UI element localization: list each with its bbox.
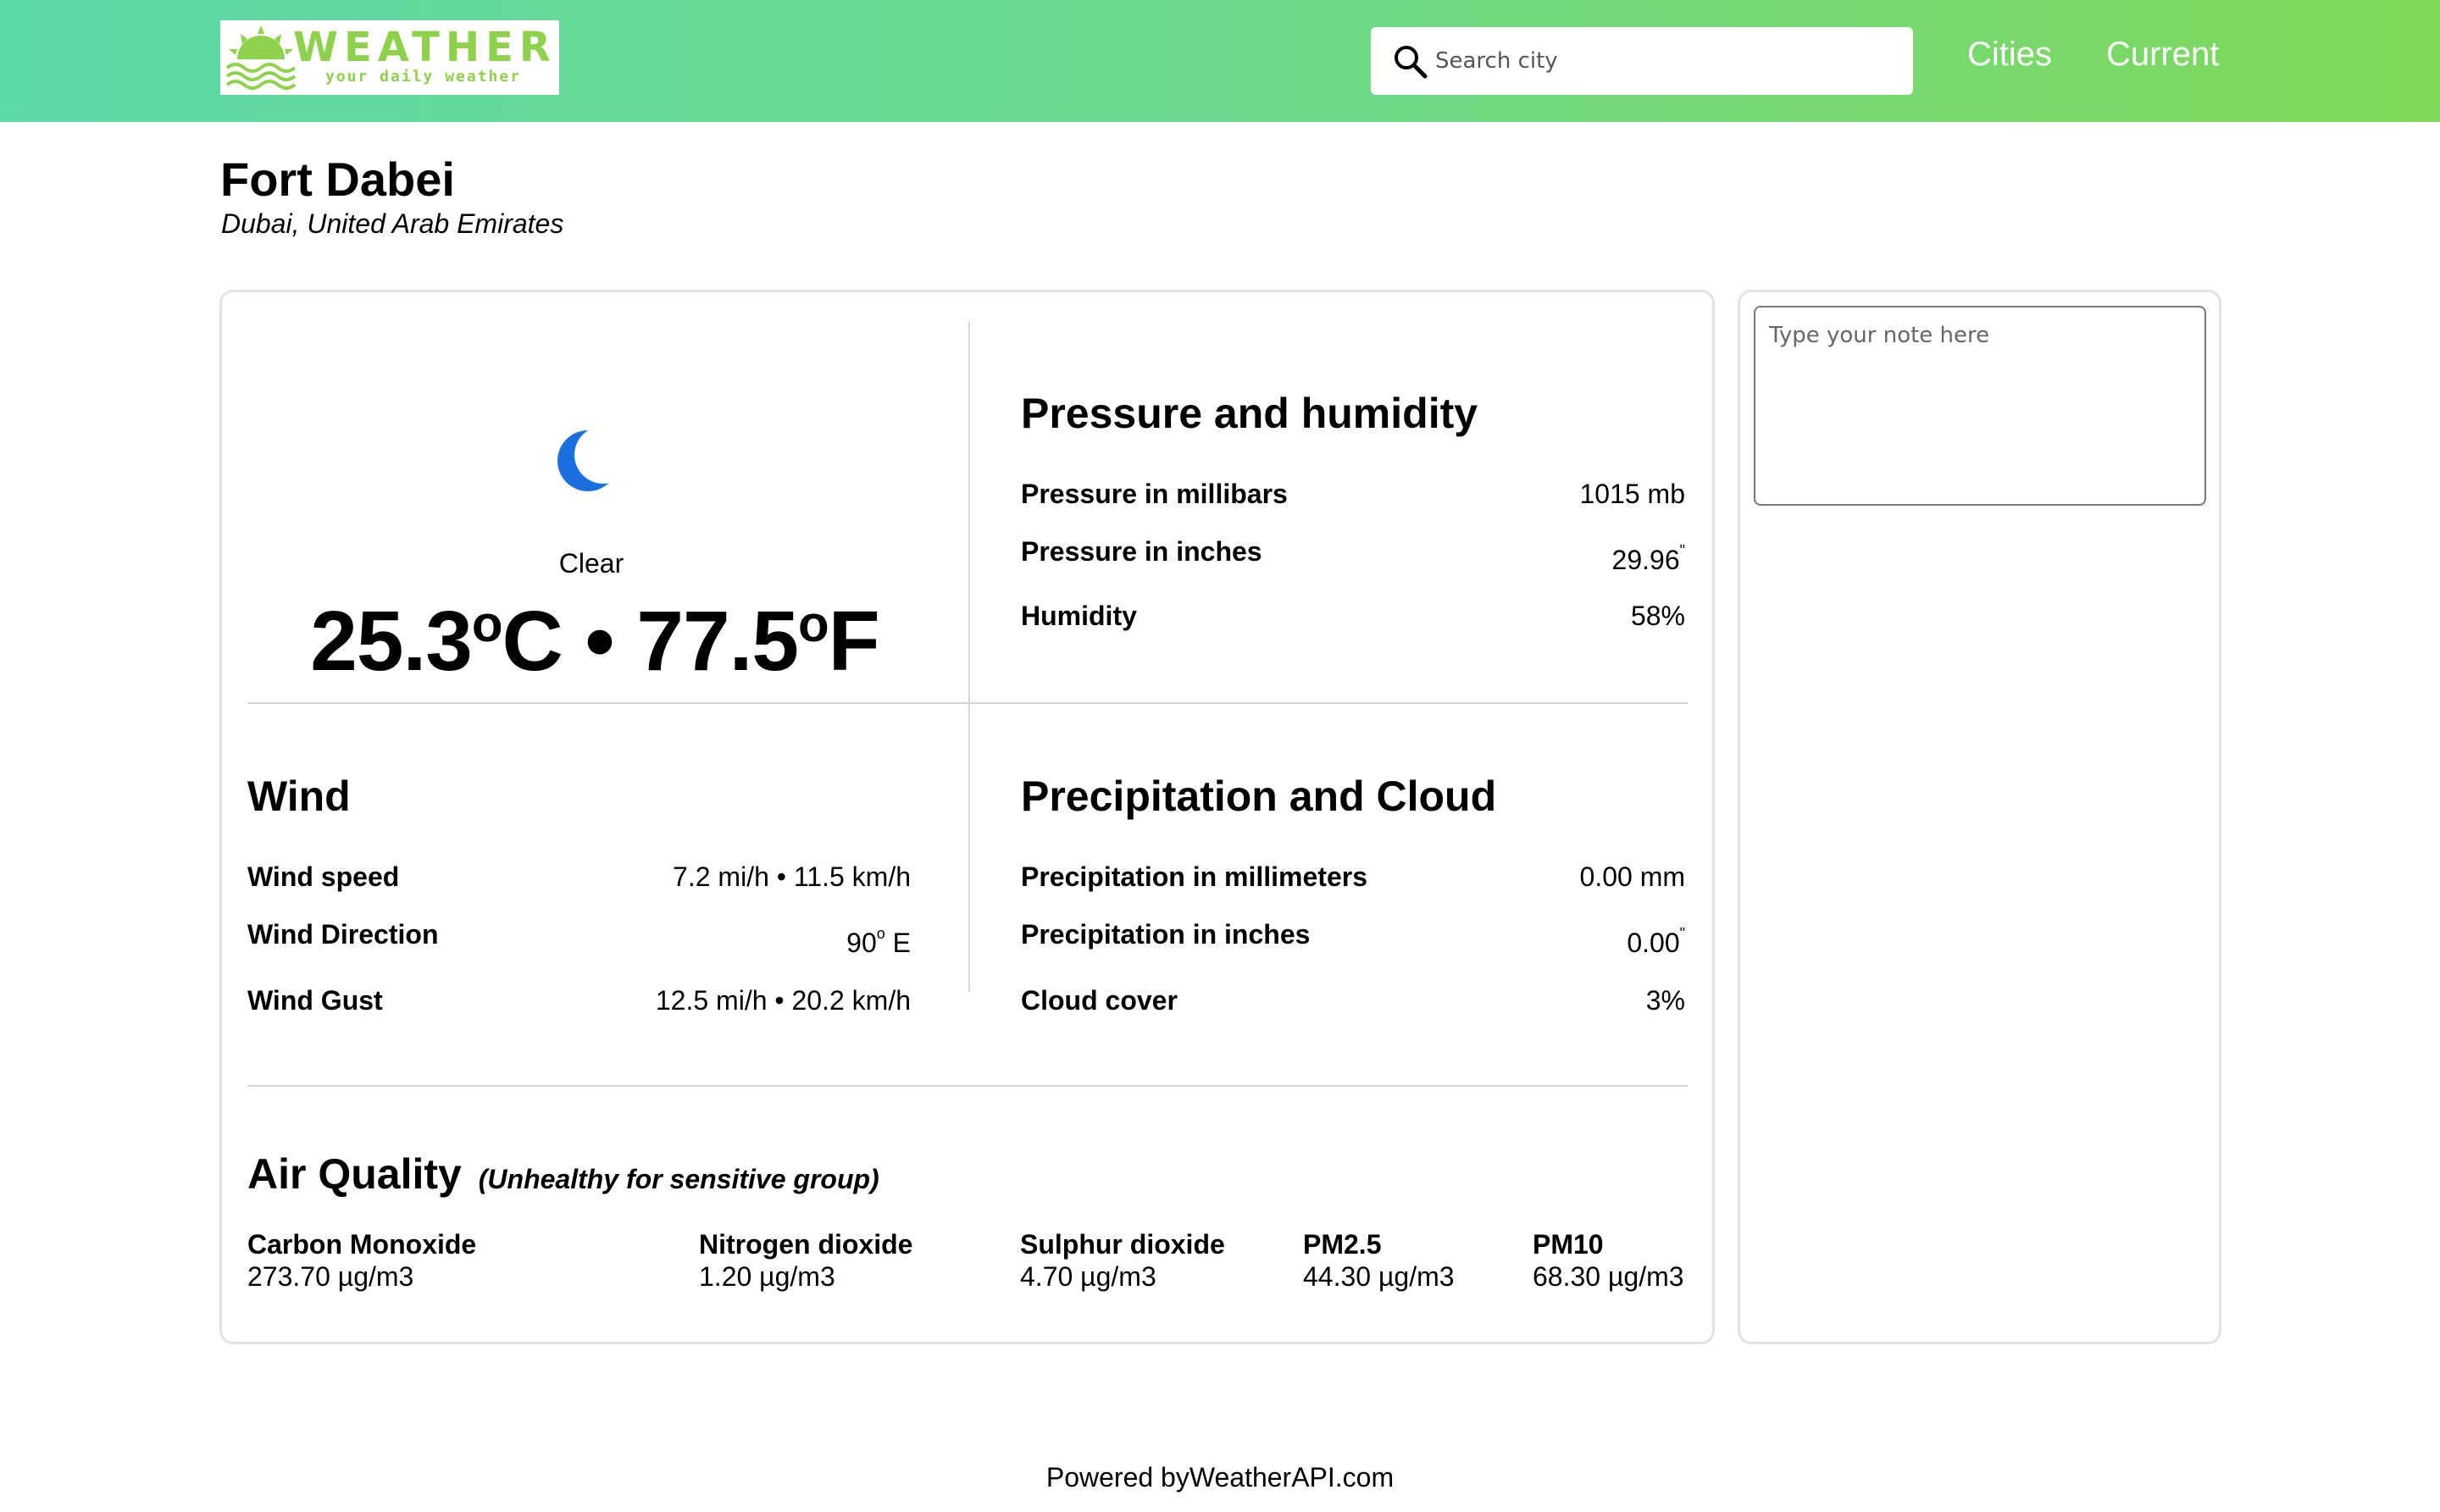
- air-quality-heading: Air Quality: [247, 1150, 462, 1198]
- temp-separator: •: [563, 594, 637, 689]
- wind-direction-label: Wind Direction: [247, 919, 439, 950]
- pressure-in-label: Pressure in inches: [1021, 536, 1262, 567]
- aq-item-label: PM2.5: [1303, 1229, 1382, 1260]
- search-box: [1371, 27, 1913, 95]
- aq-item-value: 44.30 µg/m3: [1303, 1261, 1455, 1292]
- aq-sulphur-dioxide: Sulphur dioxide 4.70 µg/m3: [1020, 1231, 1225, 1290]
- degree-sign-c: o: [471, 595, 503, 652]
- aq-pm10: PM10 68.30 µg/m3: [1533, 1231, 1684, 1290]
- logo-wordmark: WEATHER: [293, 24, 557, 71]
- pressure-mb-value: 1015 mb: [1579, 479, 1685, 509]
- aq-nitrogen-dioxide: Nitrogen dioxide 1.20 µg/m3: [699, 1231, 912, 1290]
- aq-pm25: PM2.5 44.30 µg/m3: [1303, 1231, 1455, 1290]
- precip-in-value: 0.00": [1627, 926, 1685, 956]
- divider-horizontal-1: [247, 702, 1688, 704]
- wind-gust-label: Wind Gust: [247, 985, 383, 1016]
- aq-carbon-monoxide: Carbon Monoxide 273.70 µg/m3: [247, 1231, 476, 1290]
- precip-in-label: Precipitation in inches: [1021, 919, 1311, 950]
- wind-speed-value: 7.2 mi/h • 11.5 km/h: [673, 861, 911, 892]
- temp-celsius: 25.3: [310, 594, 473, 689]
- humidity-label: Humidity: [1021, 601, 1137, 631]
- degree-sign-f: o: [798, 595, 829, 652]
- nav-cities-link[interactable]: Cities: [1967, 37, 2052, 71]
- inch-mark: ": [1679, 542, 1685, 559]
- wind-gust-value: 12.5 mi/h • 20.2 km/h: [655, 985, 911, 1016]
- aq-item-label: Carbon Monoxide: [247, 1229, 477, 1260]
- aq-item-value: 4.70 µg/m3: [1020, 1261, 1156, 1292]
- divider-horizontal-2: [247, 1085, 1688, 1087]
- aq-item-label: PM10: [1533, 1229, 1604, 1260]
- precip-mm-value: 0.00 mm: [1579, 861, 1685, 892]
- separator-dot: •: [585, 594, 615, 689]
- search-icon: [1395, 46, 1428, 79]
- precipitation-title: Precipitation and Cloud: [1021, 773, 1497, 820]
- pressure-in-number: 29.96: [1611, 545, 1680, 575]
- moon-icon: [557, 430, 618, 491]
- aq-item-label: Sulphur dioxide: [1020, 1229, 1225, 1260]
- precip-inch-mark: ": [1679, 925, 1685, 942]
- unit-fahrenheit: F: [828, 594, 880, 689]
- humidity-value: 58%: [1630, 601, 1685, 631]
- cloud-cover-label: Cloud cover: [1021, 985, 1178, 1016]
- wind-speed-label: Wind speed: [247, 861, 400, 892]
- precip-in-number: 0.00: [1627, 928, 1680, 958]
- aq-item-label: Nitrogen dioxide: [699, 1229, 913, 1260]
- pressure-humidity-title: Pressure and humidity: [1021, 390, 1478, 437]
- weather-card: Clear 25.3oC • 77.5oF Pressure and humid…: [219, 290, 1715, 1344]
- aq-item-value: 68.30 µg/m3: [1533, 1261, 1684, 1292]
- condition-text: Clear: [558, 548, 624, 579]
- top-navbar: WEATHER your daily weather Cities Curren…: [0, 0, 2440, 122]
- pressure-mb-label: Pressure in millibars: [1021, 479, 1288, 509]
- unit-celsius: C: [502, 594, 563, 689]
- search-city-input[interactable]: [1435, 41, 1893, 81]
- wind-degree-sign: o: [876, 925, 885, 942]
- wind-direction-value: 90o E: [846, 926, 911, 956]
- air-quality-title: Air Quality (Unhealthy for sensitive gro…: [247, 1153, 879, 1195]
- sun-logo-icon: [225, 25, 297, 90]
- nav-current-link[interactable]: Current: [2106, 37, 2219, 71]
- precip-mm-label: Precipitation in millimeters: [1021, 861, 1367, 892]
- weather-logo[interactable]: WEATHER your daily weather: [220, 20, 559, 95]
- aq-item-value: 1.20 µg/m3: [699, 1261, 835, 1292]
- logo-tagline: your daily weather: [325, 68, 522, 86]
- temperature-display: 25.3oC • 77.5oF: [298, 599, 891, 684]
- aq-item-value: 273.70 µg/m3: [247, 1261, 414, 1292]
- temp-fahrenheit: 77.5: [636, 594, 799, 689]
- pressure-in-value: 29.96": [1612, 543, 1685, 573]
- cloud-cover-value: 3%: [1645, 985, 1685, 1016]
- air-quality-status: (Unhealthy for sensitive group): [478, 1164, 879, 1194]
- footer-credit: Powered byWeatherAPI.com: [1045, 1462, 1395, 1493]
- wind-title: Wind: [247, 773, 351, 820]
- city-region: Dubai, United Arab Emirates: [221, 208, 564, 239]
- city-name: Fort Dabei: [220, 152, 455, 206]
- wind-direction-compass: E: [884, 928, 911, 958]
- divider-vertical-top: [968, 321, 970, 992]
- note-card: [1738, 290, 2221, 1344]
- wind-direction-degrees: 90: [846, 928, 877, 958]
- note-textarea[interactable]: [1754, 306, 2206, 506]
